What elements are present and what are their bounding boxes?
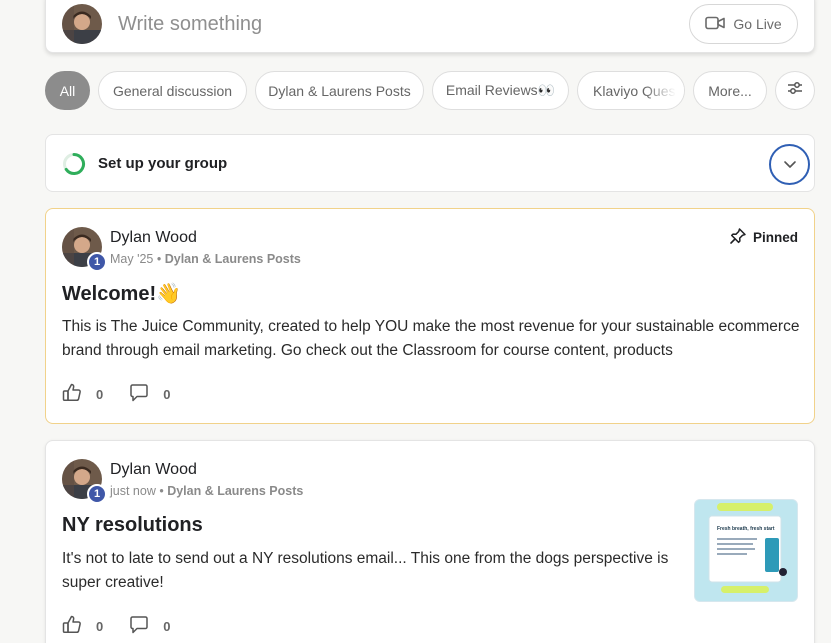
post-time: just now [110, 484, 156, 498]
like-button[interactable]: 0 [62, 615, 103, 637]
setup-expand-button[interactable] [769, 144, 810, 185]
filter-chip-email-reviews[interactable]: Email Reviews👀 [432, 71, 569, 110]
comment-button[interactable]: 0 [129, 383, 171, 405]
post-meta: May '25 • Dylan & Laurens Posts [110, 252, 301, 266]
level-badge: 1 [87, 252, 107, 272]
post-card[interactable]: 1 Dylan Wood just now • Dylan & Laurens … [45, 440, 815, 643]
comment-button[interactable]: 0 [129, 615, 171, 637]
pinned-indicator: Pinned [729, 227, 798, 248]
user-avatar[interactable] [62, 4, 102, 44]
video-camera-icon [705, 16, 726, 33]
post-title[interactable]: NY resolutions [62, 514, 203, 537]
level-badge: 1 [87, 484, 107, 504]
filter-chip-klaviyo-label: Klaviyo Questi [593, 82, 683, 99]
comment-icon [129, 615, 149, 637]
filter-chip-dylan-laurens-posts[interactable]: Dylan & Laurens Posts [255, 71, 424, 110]
author-name[interactable]: Dylan Wood [110, 461, 197, 479]
like-count: 0 [96, 618, 104, 634]
go-live-button[interactable]: Go Live [689, 4, 798, 44]
write-something-input[interactable]: Write something [118, 13, 262, 36]
filter-chip-all[interactable]: All [45, 71, 90, 110]
setup-group-card[interactable]: Set up your group [45, 134, 815, 192]
comment-count: 0 [163, 618, 171, 634]
post-body[interactable]: This is The Juice Community, created to … [62, 315, 802, 363]
go-live-label: Go Live [733, 16, 782, 32]
comment-count: 0 [163, 386, 171, 402]
post-title[interactable]: Welcome!👋 [62, 281, 181, 306]
setup-progress-ring-icon [62, 152, 86, 181]
pin-icon [729, 227, 747, 248]
author-name[interactable]: Dylan Wood [110, 229, 197, 247]
post-actions: 0 0 [62, 615, 196, 637]
filter-chip-more[interactable]: More... [693, 71, 767, 110]
like-button[interactable]: 0 [62, 383, 103, 405]
thumbs-up-icon [62, 615, 82, 637]
post-composer: Write something Go Live [45, 0, 815, 53]
sliders-icon [787, 81, 803, 100]
thumbnail-headline: Fresh breath, fresh start [717, 526, 775, 532]
post-body[interactable]: It's not to late to send out a NY resolu… [62, 547, 682, 595]
post-actions: 0 0 [62, 383, 196, 405]
post-time: May '25 [110, 252, 154, 266]
like-count: 0 [96, 386, 104, 402]
chevron-down-icon [783, 156, 797, 174]
post-meta: just now • Dylan & Laurens Posts [110, 484, 304, 498]
pinned-label: Pinned [752, 230, 798, 245]
filter-chip-klaviyo-questions[interactable]: Klaviyo Questi [577, 71, 685, 110]
post-thumbnail-image[interactable]: Fresh breath, fresh start [694, 499, 798, 602]
filter-settings-button[interactable] [775, 71, 815, 110]
post-category[interactable]: Dylan & Laurens Posts [167, 484, 303, 498]
thumbs-up-icon [62, 383, 82, 405]
post-card-pinned[interactable]: 1 Dylan Wood May '25 • Dylan & Laurens P… [45, 208, 815, 424]
filter-chip-general-discussion[interactable]: General discussion [98, 71, 247, 110]
post-category[interactable]: Dylan & Laurens Posts [165, 252, 301, 266]
setup-group-title: Set up your group [98, 155, 228, 172]
comment-icon [129, 383, 149, 405]
